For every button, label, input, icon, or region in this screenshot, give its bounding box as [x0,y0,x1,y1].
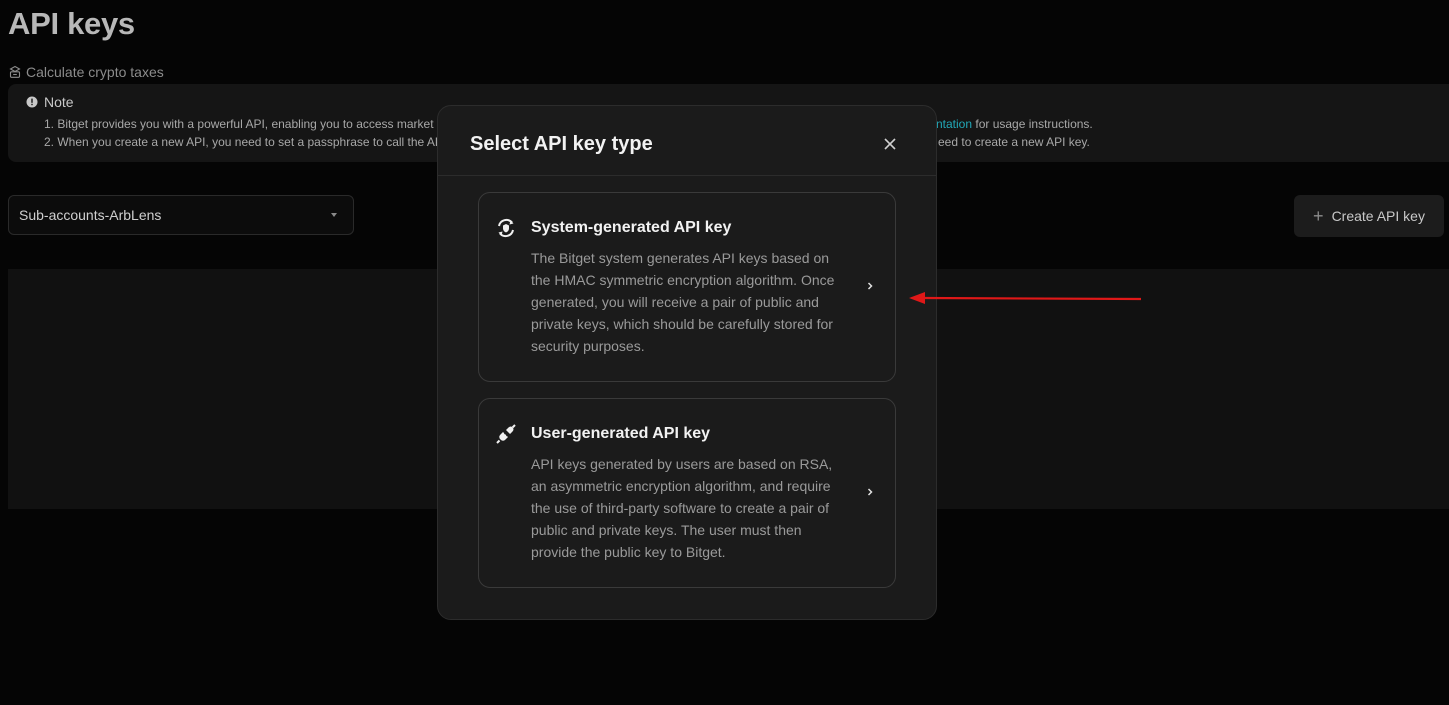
dialog-title: Select API key type [470,133,653,155]
calculate-taxes-link[interactable]: Calculate crypto taxes [8,64,164,80]
note-heading: Note [26,94,74,110]
chevron-right-icon [867,282,873,290]
select-api-key-type-dialog: Select API key type System-generated API… [437,105,937,620]
note-line-2-tail: eed to create a new API key. [938,135,1090,149]
plug-icon [496,424,516,444]
system-generated-option[interactable]: System-generated API key The Bitget syst… [478,192,896,382]
chevron-right-icon [867,488,873,496]
user-generated-option[interactable]: User-generated API key API keys generate… [478,398,896,588]
create-api-key-label: Create API key [1331,208,1425,224]
note-line-1: 1. Bitget provides you with a powerful A… [44,117,434,131]
calculate-taxes-label: Calculate crypto taxes [26,64,164,80]
refresh-shield-icon [498,218,514,238]
create-api-key-button[interactable]: + Create API key [1294,195,1444,237]
caret-down-icon [331,213,337,217]
tax-calculator-icon [9,65,21,78]
sub-account-select-value: Sub-accounts-ArbLens [19,207,162,223]
note-heading-label: Note [44,94,74,110]
documentation-link[interactable]: ntation [936,117,972,131]
note-line-1-tail: ntation for usage instructions. [936,117,1093,131]
sub-account-select[interactable]: Sub-accounts-ArbLens [8,195,354,235]
note-line-1-tail-text: for usage instructions. [972,117,1093,131]
system-generated-title: System-generated API key [531,219,732,236]
dialog-divider [438,175,936,176]
system-generated-description: The Bitget system generates API keys bas… [531,250,835,354]
plus-icon: + [1313,206,1324,226]
red-arrow-annotation [909,292,1142,304]
user-generated-description: API keys generated by users are based on… [531,456,833,560]
info-icon [26,96,38,108]
user-generated-title: User-generated API key [531,425,711,442]
page-title: API keys [8,6,135,41]
note-line-2: 2. When you create a new API, you need t… [44,135,443,149]
close-icon[interactable] [882,136,898,152]
